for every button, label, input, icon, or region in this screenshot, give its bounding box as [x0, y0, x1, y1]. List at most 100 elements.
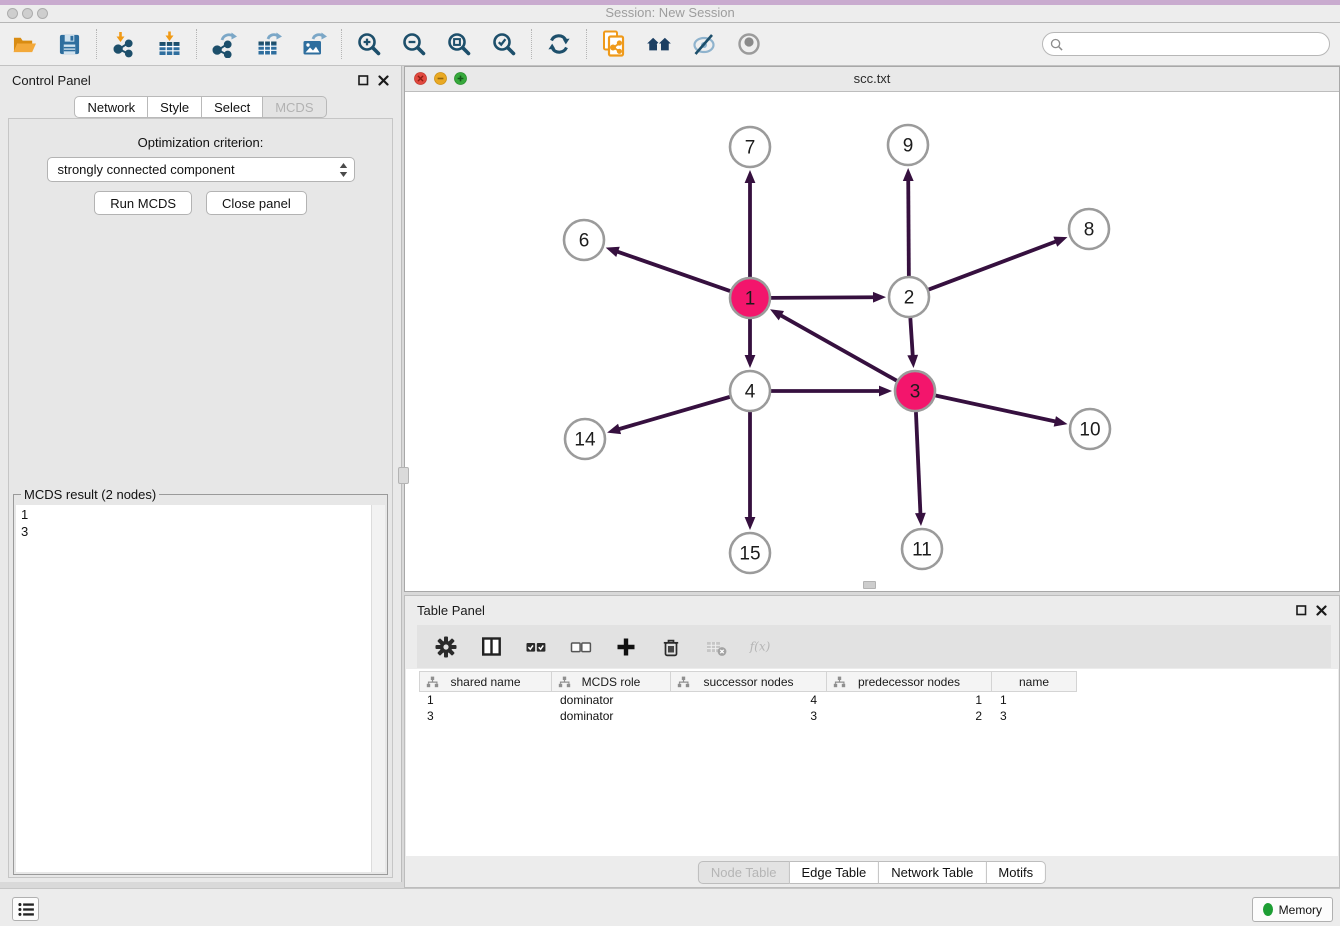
table-cell-shared-name[interactable]: 1 [419, 692, 552, 708]
search-input[interactable] [1067, 36, 1322, 52]
tab-motifs[interactable]: Motifs [986, 861, 1046, 884]
mcds-result-text[interactable]: 1 3 [16, 505, 371, 872]
column-header-shared-name[interactable]: shared name [419, 671, 552, 692]
graph-edge-arrow [745, 355, 756, 368]
network-graph: 7 9 6 8 1 2 4 3 14 10 15 11 [405, 91, 1339, 591]
eye-icon [736, 31, 762, 57]
float-table-panel-icon[interactable] [1296, 605, 1307, 616]
graph-node-14[interactable]: 14 [565, 419, 605, 459]
tab-network-table[interactable]: Network Table [879, 861, 986, 884]
table-cell-successor-nodes[interactable]: 3 [671, 708, 827, 724]
network-canvas[interactable]: 7 9 6 8 1 2 4 3 14 10 15 11 [405, 91, 1339, 591]
hide-selected-button[interactable] [690, 30, 718, 58]
column-header-mcds-role[interactable]: MCDS role [552, 671, 671, 692]
optimization-select[interactable]: strongly connected component [47, 157, 355, 182]
tab-mcds[interactable]: MCDS [263, 96, 326, 118]
table-cell-predecessor-nodes[interactable]: 1 [827, 692, 992, 708]
close-table-panel-icon[interactable] [1316, 605, 1327, 616]
graph-node-8[interactable]: 8 [1069, 209, 1109, 249]
export-table-button[interactable] [255, 30, 283, 58]
new-network-from-selection-button[interactable] [600, 30, 628, 58]
graph-node-1[interactable]: 1 [730, 278, 770, 318]
zoom-in-button[interactable] [355, 30, 383, 58]
show-all-networks-button[interactable] [645, 30, 673, 58]
deselect-all-columns-button[interactable] [569, 635, 593, 659]
tab-select[interactable]: Select [202, 96, 263, 118]
zoom-fit-button[interactable] [445, 30, 473, 58]
open-session-button[interactable] [10, 30, 38, 58]
minimize-window-icon[interactable] [22, 8, 33, 19]
graph-edge-1-6[interactable] [616, 251, 730, 291]
export-network-button[interactable] [210, 30, 238, 58]
tab-network[interactable]: Network [74, 96, 148, 118]
table-cell-successor-nodes[interactable]: 4 [671, 692, 827, 708]
save-session-button[interactable] [55, 30, 83, 58]
export-network-icon [211, 31, 238, 58]
graph-edge-4-14[interactable] [618, 397, 730, 430]
table-cell-shared-name[interactable]: 3 [419, 708, 552, 724]
function-builder-button[interactable]: f(x) [749, 635, 773, 659]
tab-edge-table[interactable]: Edge Table [789, 861, 879, 884]
close-panel-icon[interactable] [378, 75, 389, 86]
show-hidden-button[interactable] [735, 30, 763, 58]
network-window-titlebar[interactable]: scc.txt [405, 67, 1339, 92]
refresh-view-button[interactable] [545, 30, 573, 58]
table-cell-predecessor-nodes[interactable]: 2 [827, 708, 992, 724]
graph-edge-2-9[interactable] [908, 179, 909, 276]
memory-button[interactable]: Memory [1252, 897, 1333, 922]
graph-node-9[interactable]: 9 [888, 125, 928, 165]
graph-edge-3-11[interactable] [916, 412, 921, 515]
table-settings-button[interactable] [434, 635, 458, 659]
window-traffic-lights[interactable] [7, 8, 48, 19]
column-header-name[interactable]: name [992, 671, 1077, 692]
table-cell-name[interactable]: 1 [992, 692, 1077, 708]
canvas-scrollbar-grip[interactable] [863, 581, 876, 589]
table-row[interactable]: 1dominator411 [419, 692, 1077, 708]
graph-node-10[interactable]: 10 [1070, 409, 1110, 449]
graph-edge-3-10[interactable] [936, 395, 1057, 421]
graph-edge-1-2[interactable] [771, 297, 875, 298]
delete-column-button[interactable] [659, 635, 683, 659]
graph-node-2[interactable]: 2 [889, 277, 929, 317]
search-box[interactable] [1042, 32, 1330, 56]
tab-node-table[interactable]: Node Table [698, 861, 790, 884]
close-panel-button[interactable]: Close panel [206, 191, 307, 215]
zoom-out-button[interactable] [400, 30, 428, 58]
graph-node-3[interactable]: 3 [895, 371, 935, 411]
maximize-window-icon[interactable] [37, 8, 48, 19]
import-network-button[interactable] [110, 30, 138, 58]
show-panels-button[interactable] [12, 897, 39, 921]
table-cell-mcds-role[interactable]: dominator [552, 708, 671, 724]
export-image-button[interactable] [300, 30, 328, 58]
graph-edge-2-3[interactable] [910, 318, 912, 357]
column-header-successor-nodes[interactable]: successor nodes [671, 671, 827, 692]
column-header-predecessor-nodes[interactable]: predecessor nodes [827, 671, 992, 692]
minimize-view-icon[interactable] [434, 72, 447, 85]
graph-node-15[interactable]: 15 [730, 533, 770, 573]
table-row[interactable]: 3dominator323 [419, 708, 1077, 724]
table-cell-name[interactable]: 3 [992, 708, 1077, 724]
graph-edge-3-1[interactable] [780, 315, 897, 381]
graph-node-4[interactable]: 4 [730, 371, 770, 411]
close-window-icon[interactable] [7, 8, 18, 19]
mcds-result-scrollbar[interactable] [371, 505, 385, 872]
graph-node-11[interactable]: 11 [902, 529, 942, 569]
graph-node-6[interactable]: 6 [564, 220, 604, 260]
float-panel-icon[interactable] [358, 75, 369, 86]
graph-node-label: 4 [745, 382, 756, 403]
maximize-view-icon[interactable] [454, 72, 467, 85]
tab-style[interactable]: Style [148, 96, 202, 118]
graph-edge-2-8[interactable] [929, 241, 1058, 290]
close-view-icon[interactable] [414, 72, 427, 85]
panel-splitter-grip[interactable] [398, 467, 409, 484]
table-cell-mcds-role[interactable]: dominator [552, 692, 671, 708]
graph-node-7[interactable]: 7 [730, 127, 770, 167]
network-window-traffic-lights[interactable] [414, 72, 467, 85]
select-all-columns-button[interactable] [524, 635, 548, 659]
zoom-selected-button[interactable] [490, 30, 518, 58]
import-table-button[interactable] [155, 30, 183, 58]
run-mcds-button[interactable]: Run MCDS [94, 191, 192, 215]
delete-table-button[interactable] [704, 635, 728, 659]
add-column-button[interactable] [614, 635, 638, 659]
show-columns-button[interactable] [479, 635, 503, 659]
